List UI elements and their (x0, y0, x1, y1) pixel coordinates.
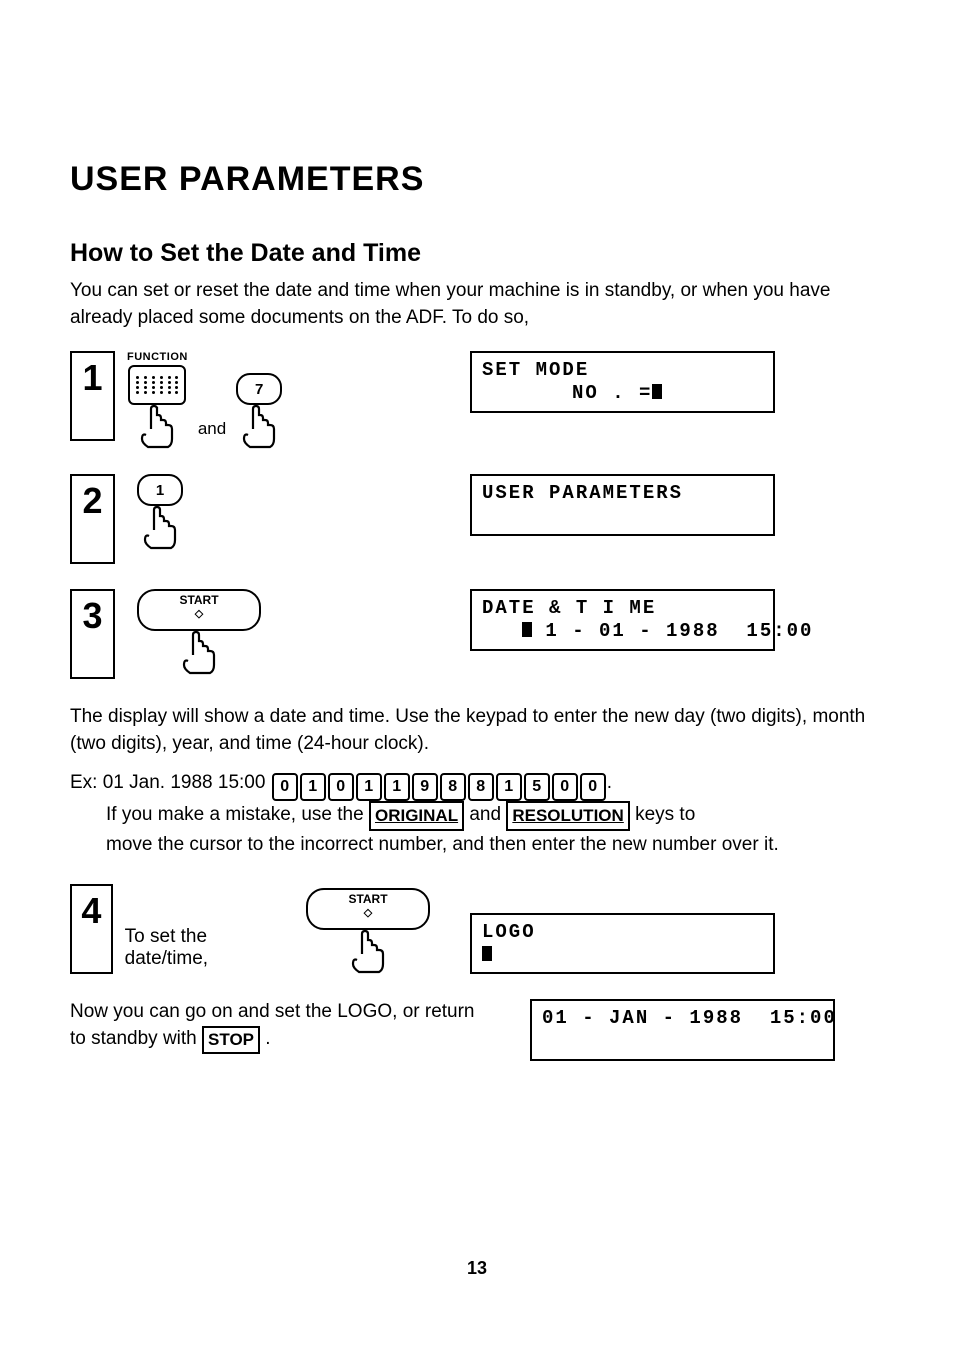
lcd-line: USER PARAMETERS (482, 482, 763, 505)
example-block: Ex: 01 Jan. 1988 15:00 010119881500. If … (70, 769, 884, 859)
cursor-icon (482, 946, 492, 961)
step-2: 2 1 USER PARAMETERS (70, 474, 884, 564)
digit-key-9[interactable]: 9 (412, 773, 438, 801)
hand-press-icon (182, 631, 216, 675)
bottom-row: Now you can go on and set the LOGO, or r… (70, 999, 884, 1061)
bottom-text: . (265, 1028, 270, 1049)
cursor-icon (652, 384, 662, 399)
lcd-display-4: LOGO (470, 913, 775, 975)
hand-press-icon (351, 930, 385, 974)
digit-key-8[interactable]: 8 (468, 773, 494, 801)
lcd-line: SET MODE (482, 359, 763, 382)
lcd-display-1: SET MODE NO . = (470, 351, 775, 413)
page-number: 13 (0, 1258, 954, 1279)
hand-press-icon (242, 405, 276, 449)
example-text: keys to (635, 804, 695, 825)
period: . (607, 772, 612, 793)
digit-key-0[interactable]: 0 (272, 773, 298, 801)
start-label: START (348, 892, 387, 906)
key-7[interactable]: 7 (236, 373, 282, 405)
bottom-text: Now you can go on and set the LOGO, or r… (70, 1001, 475, 1049)
hand-press-icon (140, 405, 174, 449)
step-number: 3 (70, 589, 115, 679)
digit-key-0[interactable]: 0 (328, 773, 354, 801)
example-text: If you make a mistake, use the (106, 804, 369, 825)
digit-key-8[interactable]: 8 (440, 773, 466, 801)
digit-key-1[interactable]: 1 (356, 773, 382, 801)
arrow-up-icon: ◇ (195, 607, 203, 620)
lcd-display-3: DATE & T I ME 1 - 01 - 1988 15:00 (470, 589, 775, 651)
digit-key-0[interactable]: 0 (552, 773, 578, 801)
hand-press-icon (143, 506, 177, 550)
start-button[interactable]: START ◇ (306, 888, 430, 930)
page-title: USER PARAMETERS (70, 160, 884, 199)
section-subtitle: How to Set the Date and Time (70, 239, 884, 268)
function-label: FUNCTION (127, 351, 188, 363)
start-label: START (179, 593, 218, 607)
start-button[interactable]: START ◇ (137, 589, 261, 631)
cursor-icon (522, 622, 532, 637)
stop-key[interactable]: STOP (202, 1026, 260, 1054)
example-text: and (469, 804, 506, 825)
original-key[interactable]: ORIGINAL (369, 801, 464, 831)
and-label: and (198, 419, 226, 449)
digit-key-1[interactable]: 1 (496, 773, 522, 801)
paragraph: The display will show a date and time. U… (70, 704, 884, 757)
arrow-up-icon: ◇ (364, 906, 372, 919)
example-prefix: Ex: 01 Jan. 1988 15:00 (70, 772, 271, 793)
lcd-line: LOGO (482, 921, 763, 944)
lcd-display-final: 01 - JAN - 1988 15:00 (530, 999, 835, 1061)
step-number: 2 (70, 474, 115, 564)
step-1: 1 FUNCTION and 7 (70, 351, 884, 449)
example-text: move the cursor to the incorrect number,… (106, 831, 884, 860)
intro-text: You can set or reset the date and time w… (70, 278, 884, 331)
key-1[interactable]: 1 (137, 474, 183, 506)
digit-key-1[interactable]: 1 (300, 773, 326, 801)
resolution-key[interactable]: RESOLUTION (506, 801, 629, 831)
lcd-display-2: USER PARAMETERS (470, 474, 775, 536)
step-3: 3 START ◇ DATE & T I ME 1 - 01 - 1988 15… (70, 589, 884, 679)
lcd-line: 01 - JAN - 1988 15:00 (542, 1007, 823, 1030)
lcd-line: DATE & T I ME (482, 597, 763, 620)
digit-key-1[interactable]: 1 (384, 773, 410, 801)
step4-text: To set the date/time, (125, 926, 286, 974)
step-number: 1 (70, 351, 115, 441)
function-button[interactable] (128, 365, 186, 405)
step-number: 4 (70, 884, 113, 974)
digit-key-5[interactable]: 5 (524, 773, 550, 801)
digit-key-0[interactable]: 0 (580, 773, 606, 801)
lcd-line: NO . = (572, 382, 652, 404)
step-4: 4 To set the date/time, START ◇ LOGO (70, 884, 884, 974)
lcd-line: 1 - 01 - 1988 15:00 (532, 620, 813, 642)
